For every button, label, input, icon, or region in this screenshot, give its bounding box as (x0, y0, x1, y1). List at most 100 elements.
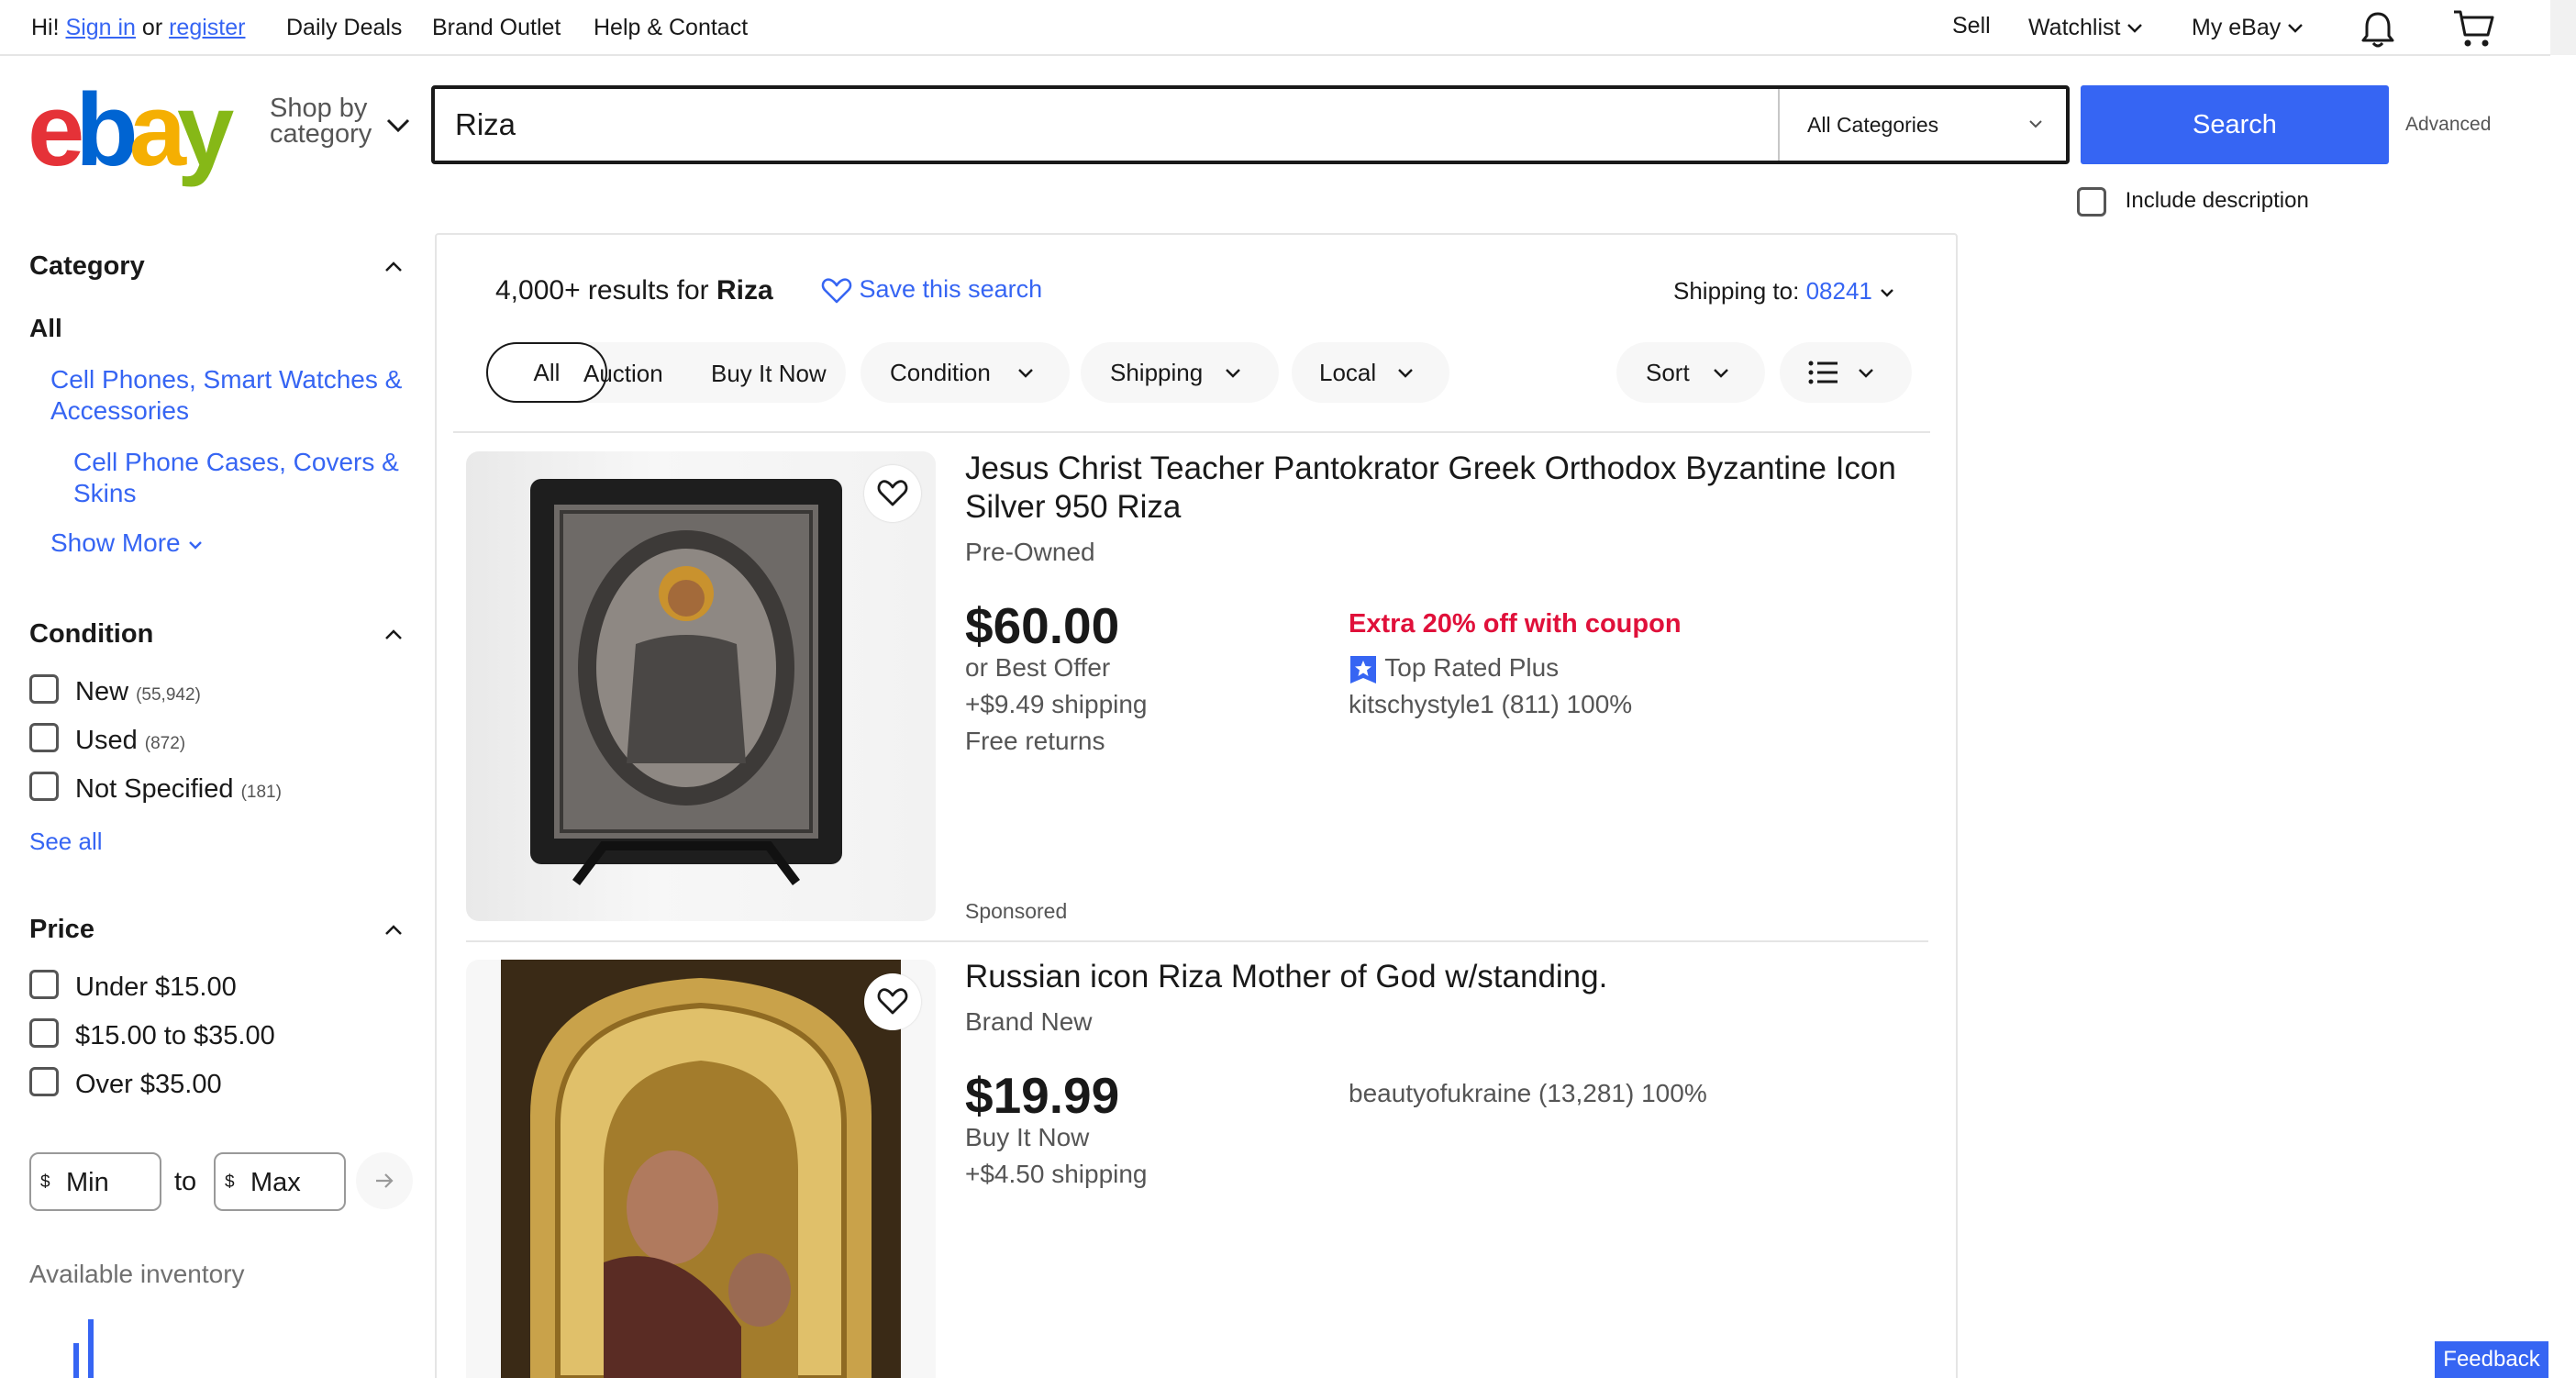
item-title-link[interactable]: Jesus Christ Teacher Pantokrator Greek O… (965, 450, 1919, 527)
save-search-link[interactable]: Save this search (821, 275, 1042, 305)
logo-letter-e: e (28, 72, 84, 187)
search-button[interactable]: Search (2081, 85, 2389, 164)
chevron-up-icon[interactable] (383, 924, 404, 937)
price-heading[interactable]: Price (29, 915, 94, 945)
local-filter[interactable]: Local (1292, 342, 1449, 403)
chevron-down-icon (2288, 24, 2304, 34)
sort-dropdown[interactable]: Sort (1616, 342, 1765, 403)
chevron-down-icon (1018, 369, 1033, 378)
ebay-logo[interactable]: ebay (28, 72, 234, 187)
item-shipping: +$9.49 shipping (965, 690, 1148, 718)
checkbox[interactable] (29, 723, 59, 753)
include-description-checkbox[interactable] (2077, 187, 2106, 217)
feedback-button[interactable]: Feedback (2435, 1341, 2548, 1378)
item-image[interactable] (466, 451, 936, 921)
search-input[interactable] (455, 104, 1721, 146)
seller-info: kitschystyle1 (811) 100% (1349, 690, 1633, 718)
item-price: $60.00 (965, 597, 1120, 654)
condition-not-specified-option[interactable]: Not Specified (181) (29, 772, 282, 805)
tab-buy-it-now[interactable]: Buy It Now (711, 360, 827, 388)
logo-letter-b: b (75, 72, 138, 187)
sponsored-label: Sponsored (965, 899, 1068, 923)
scrollbar[interactable] (2550, 0, 2576, 55)
advanced-search-link[interactable]: Advanced (2405, 114, 2491, 136)
help-contact-link[interactable]: Help & Contact (594, 15, 748, 41)
item-image[interactable] (466, 960, 936, 1378)
item-format: Buy It Now (965, 1123, 1090, 1151)
shop-by-category[interactable]: Shop by category (270, 94, 372, 148)
view-toggle[interactable] (1780, 342, 1912, 403)
chevron-down-icon (1398, 369, 1413, 378)
include-description-option[interactable]: Include description (2077, 187, 2309, 217)
sell-link[interactable]: Sell (1952, 13, 1991, 39)
price-under-15-option[interactable]: Under $15.00 (29, 970, 237, 1003)
bell-icon[interactable] (2358, 9, 2398, 50)
condition-new-option[interactable]: New (55,942) (29, 674, 201, 707)
price-over-35-option[interactable]: Over $35.00 (29, 1067, 222, 1100)
shipping-to-selector[interactable]: Shipping to: 08241 (1673, 277, 1895, 306)
category-heading[interactable]: Category (29, 251, 145, 282)
min-price-input[interactable]: $ Min (29, 1152, 161, 1211)
chevron-down-icon (1881, 289, 1893, 297)
brand-outlet-link[interactable]: Brand Outlet (432, 15, 561, 41)
chevron-down-icon[interactable] (385, 117, 411, 134)
condition-label: Used (75, 726, 138, 755)
price-label: Under $15.00 (75, 972, 237, 1002)
results-query: Riza (716, 275, 773, 306)
sign-in-link[interactable]: Sign in (66, 15, 136, 40)
shop-by-line1: Shop by (270, 94, 368, 123)
shipping-to-label: Shipping to: (1673, 277, 1800, 305)
greeting-text: Hi! (31, 15, 60, 40)
icon-frame-image (530, 479, 842, 885)
see-all-link[interactable]: See all (29, 826, 103, 857)
watch-item-button[interactable] (864, 465, 921, 522)
divider (453, 431, 1930, 433)
chevron-down-icon (189, 540, 203, 550)
coupon-promo[interactable]: Extra 20% off with coupon (1349, 609, 1682, 639)
chevron-down-icon (2029, 120, 2042, 128)
list-view-icon (1808, 361, 1838, 384)
price-15-35-option[interactable]: $15.00 to $35.00 (29, 1018, 275, 1051)
tab-auction[interactable]: Auction (583, 360, 663, 388)
max-placeholder: Max (250, 1168, 301, 1197)
item-returns: Free returns (965, 727, 1105, 755)
shipping-filter[interactable]: Shipping (1081, 342, 1279, 403)
item-shipping: +$4.50 shipping (965, 1160, 1148, 1188)
register-link[interactable]: register (169, 15, 245, 40)
condition-used-option[interactable]: Used (872) (29, 723, 186, 756)
category-link-cell-phones[interactable]: Cell Phones, Smart Watches & Accessories (50, 364, 417, 427)
daily-deals-link[interactable]: Daily Deals (286, 15, 402, 41)
watchlist-menu[interactable]: Watchlist (2028, 15, 2143, 41)
condition-count: (872) (144, 734, 186, 753)
checkbox[interactable] (29, 1018, 59, 1049)
top-bar: Hi! Sign in or register Daily Deals Bran… (0, 0, 2550, 56)
item-title-link[interactable]: Russian icon Riza Mother of God w/standi… (965, 958, 1919, 996)
my-ebay-label: My eBay (2192, 15, 2282, 40)
price-to-label: to (174, 1167, 197, 1196)
condition-filter[interactable]: Condition (861, 342, 1070, 403)
chevron-up-icon[interactable] (383, 261, 404, 273)
checkbox[interactable] (29, 970, 59, 1000)
shipping-filter-label: Shipping (1110, 359, 1204, 386)
condition-heading[interactable]: Condition (29, 619, 153, 650)
checkbox[interactable] (29, 772, 59, 802)
show-more-link[interactable]: Show More (50, 528, 204, 559)
divider (466, 940, 1928, 942)
my-ebay-menu[interactable]: My eBay (2192, 15, 2304, 41)
condition-label: Not Specified (75, 774, 234, 804)
category-link-phone-cases[interactable]: Cell Phone Cases, Covers & Skins (73, 447, 422, 509)
watch-item-button[interactable] (864, 973, 921, 1030)
max-price-input[interactable]: $ Max (214, 1152, 346, 1211)
condition-filter-label: Condition (890, 359, 991, 386)
price-submit-button[interactable] (356, 1152, 413, 1209)
sort-label: Sort (1646, 359, 1690, 386)
price-label: Over $35.00 (75, 1070, 222, 1099)
cart-icon[interactable] (2451, 7, 2495, 50)
chevron-up-icon[interactable] (383, 628, 404, 641)
checkbox[interactable] (29, 674, 59, 705)
item-price: $19.99 (965, 1067, 1120, 1124)
heart-icon (877, 480, 908, 506)
checkbox[interactable] (29, 1067, 59, 1097)
local-filter-label: Local (1319, 359, 1377, 386)
category-select[interactable]: All Categories (1778, 89, 2066, 161)
